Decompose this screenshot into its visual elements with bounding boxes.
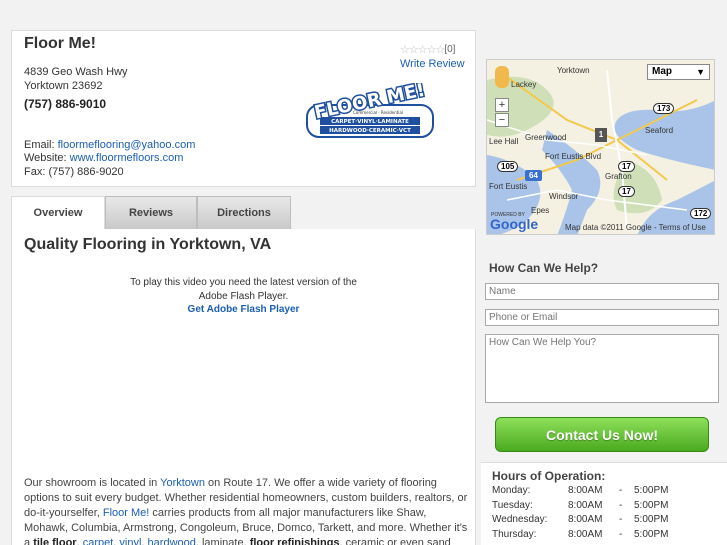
hours-row: Monday: 8:00AM - 5:00PM bbox=[492, 485, 722, 499]
business-card: Floor Me! 4839 Geo Wash Hwy Yorktown 236… bbox=[11, 30, 476, 187]
hours-close: 5:00PM bbox=[634, 485, 669, 496]
tab-overview[interactable]: Overview bbox=[11, 196, 105, 229]
description-text: Our showroom is located in Yorktown on R… bbox=[24, 476, 472, 545]
map-copyright: Map data ©2011 Google - Terms of Use bbox=[565, 223, 706, 232]
website-link[interactable]: www.floormefloors.com bbox=[70, 152, 184, 164]
map-label-seaford: Seaford bbox=[645, 126, 674, 135]
flash-message-line1: To play this video you need the latest v… bbox=[130, 277, 357, 288]
hours-close: 5:00PM bbox=[634, 514, 669, 525]
tile-floor-text: tile floor bbox=[33, 537, 77, 545]
hours-dash: - bbox=[619, 500, 623, 511]
route-105-shield: 105 bbox=[497, 161, 519, 172]
write-review-link[interactable]: Write Review bbox=[400, 58, 465, 70]
floor-me-logo: FLOOR ME! Commercial · Residential CARPE… bbox=[306, 83, 434, 138]
map-label-greenwood: Greenwood bbox=[525, 133, 567, 142]
hours-open: 8:00AM bbox=[568, 514, 603, 525]
carpet-link[interactable]: carpet bbox=[83, 537, 114, 545]
rating-count: [0] bbox=[444, 44, 456, 55]
tab-directions[interactable]: Directions bbox=[197, 196, 291, 229]
hours-open: 8:00AM bbox=[568, 485, 603, 496]
route-172-shield: 172 bbox=[690, 208, 712, 219]
map-label-lee-hall: Lee Hall bbox=[489, 137, 519, 146]
hours-dash: - bbox=[619, 529, 623, 540]
hours-day: Monday: bbox=[492, 485, 531, 496]
floor-me-link[interactable]: Floor Me! bbox=[103, 507, 149, 519]
map-label-fort-eustis: Fort Eustis bbox=[489, 182, 528, 191]
contact-us-button[interactable]: Contact Us Now! bbox=[495, 417, 709, 452]
svg-text:CARPET·VINYL·LAMINATE: CARPET·VINYL·LAMINATE bbox=[331, 119, 409, 125]
route-17-shield-a: 17 bbox=[618, 161, 635, 172]
interstate-64-shield: 64 bbox=[525, 170, 542, 181]
phone-number: (757) 886-9010 bbox=[24, 97, 107, 111]
hours-day: Thursday: bbox=[492, 529, 537, 540]
map-label-windsor: Windsor bbox=[549, 192, 579, 201]
email-link[interactable]: floormeflooring@yahoo.com bbox=[58, 139, 196, 151]
hours-open: 8:00AM bbox=[568, 529, 603, 540]
svg-text:HARDWOOD·CERAMIC·VCT: HARDWOOD·CERAMIC·VCT bbox=[329, 128, 411, 134]
desc-text-1: Our showroom is located in bbox=[24, 477, 161, 489]
yorktown-link[interactable]: Yorktown bbox=[160, 477, 205, 489]
zoom-out-icon[interactable]: − bbox=[495, 113, 509, 127]
map-type-select[interactable]: Map ▼ bbox=[647, 64, 710, 80]
route-173-shield: 173 bbox=[653, 103, 675, 114]
route-17-shield-b: 17 bbox=[618, 186, 635, 197]
hours-day: Wednesday: bbox=[492, 514, 548, 525]
hours-row: Thursday: 8:00AM - 5:00PM bbox=[492, 529, 722, 543]
tab-bar: Overview Reviews Directions bbox=[11, 196, 291, 229]
hours-row: Wednesday: 8:00AM - 5:00PM bbox=[492, 514, 722, 528]
vinyl-link[interactable]: vinyl bbox=[119, 537, 141, 545]
hours-day: Tuesday: bbox=[492, 500, 533, 511]
hours-title: Hours of Operation: bbox=[492, 469, 606, 483]
website-label: Website: bbox=[24, 152, 67, 164]
hours-close: 5:00PM bbox=[634, 529, 669, 540]
map-label-grafton: Grafton bbox=[605, 172, 632, 181]
page-title: Quality Flooring in Yorktown, VA bbox=[24, 236, 272, 253]
flash-message: To play this video you need the latest v… bbox=[12, 276, 475, 304]
location-map[interactable]: Yorktown Lackey Lee Hall Greenwood Seafo… bbox=[486, 59, 715, 235]
hours-of-operation: Hours of Operation: Monday: 8:00AM - 5:0… bbox=[481, 462, 727, 545]
svg-text:Commercial · Residential: Commercial · Residential bbox=[353, 110, 403, 115]
location-marker[interactable]: 1 bbox=[595, 128, 607, 142]
map-label-yorktown: Yorktown bbox=[557, 66, 590, 75]
map-label-epes: Epes bbox=[531, 206, 550, 215]
zoom-in-icon[interactable]: + bbox=[495, 98, 509, 112]
overview-panel: Quality Flooring in Yorktown, VA To play… bbox=[11, 229, 476, 545]
website-line: Website: www.floormefloors.com bbox=[24, 152, 183, 164]
contact-form-title: How Can We Help? bbox=[489, 261, 599, 275]
map-type-label: Map bbox=[652, 66, 672, 77]
get-flash-link[interactable]: Get Adobe Flash Player bbox=[12, 304, 475, 315]
address-line1: 4839 Geo Wash Hwy bbox=[24, 66, 128, 78]
email-line: Email: floormeflooring@yahoo.com bbox=[24, 139, 195, 151]
hours-close: 5:00PM bbox=[634, 500, 669, 511]
chevron-down-icon: ▼ bbox=[696, 67, 705, 77]
address-line2: Yorktown 23692 bbox=[24, 80, 103, 92]
phone-email-field[interactable] bbox=[485, 309, 719, 326]
stars-icon: ☆☆☆☆☆ bbox=[400, 44, 445, 56]
hours-dash: - bbox=[619, 485, 623, 496]
star-rating[interactable]: ☆☆☆☆☆ [0] bbox=[400, 43, 455, 56]
business-name: Floor Me! bbox=[24, 35, 96, 52]
google-logo: Google bbox=[490, 216, 539, 232]
pegman-icon[interactable] bbox=[495, 66, 509, 88]
hours-dash: - bbox=[619, 514, 623, 525]
hours-open: 8:00AM bbox=[568, 500, 603, 511]
tab-reviews[interactable]: Reviews bbox=[105, 196, 197, 229]
fax-number: Fax: (757) 886-9020 bbox=[24, 166, 124, 178]
name-field[interactable] bbox=[485, 283, 719, 300]
email-label: Email: bbox=[24, 139, 55, 151]
hours-row: Tuesday: 8:00AM - 5:00PM bbox=[492, 500, 722, 514]
message-field[interactable] bbox=[485, 334, 719, 403]
map-label-lackey: Lackey bbox=[511, 80, 537, 89]
desc-text-5: , laminate, bbox=[195, 537, 250, 545]
floor-refinishings-text: floor refinishings bbox=[249, 537, 340, 545]
map-label-fort-eustis-blvd: Fort Eustis Blvd bbox=[545, 152, 602, 161]
hardwood-link[interactable]: hardwood bbox=[148, 537, 196, 545]
flash-message-line2: Adobe Flash Player. bbox=[198, 291, 289, 302]
